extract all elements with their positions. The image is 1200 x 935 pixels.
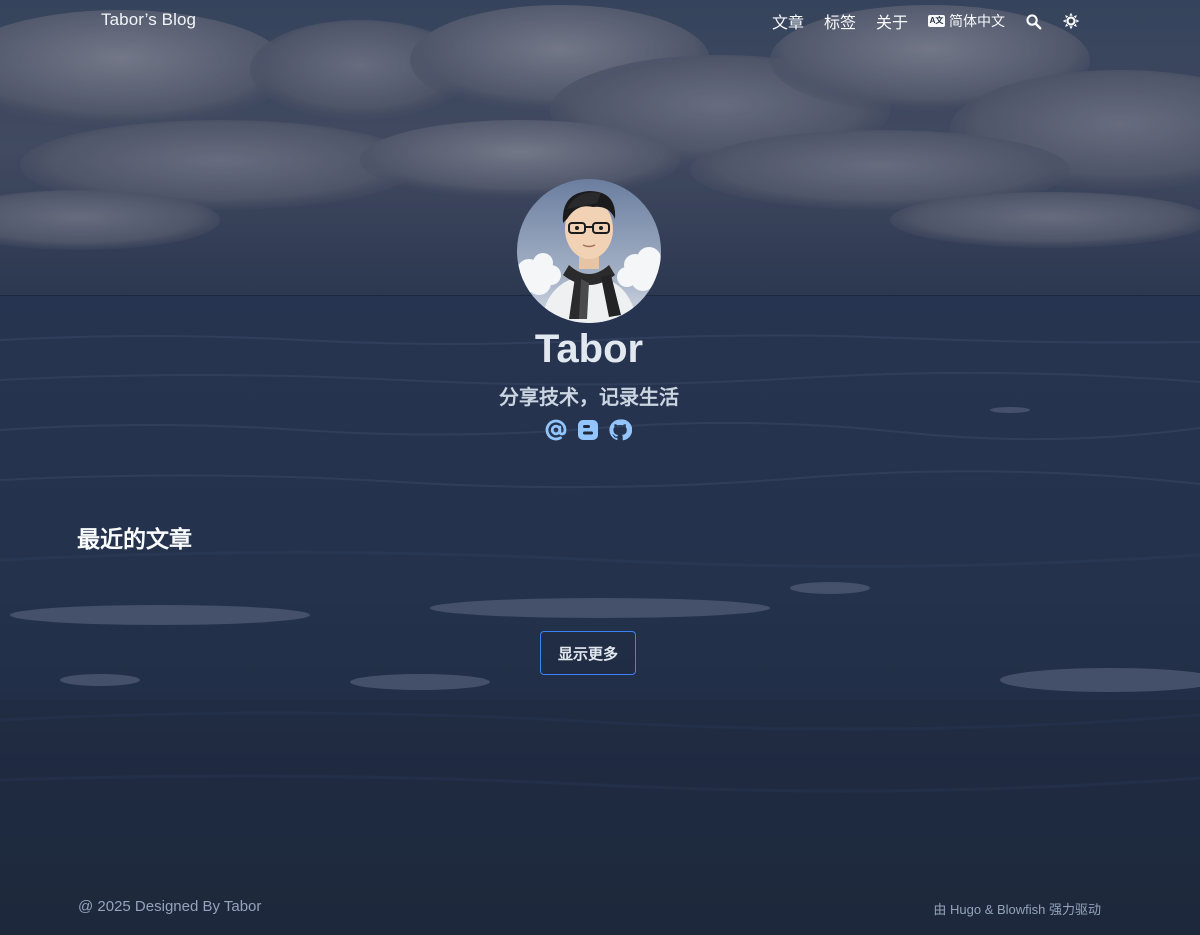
github-link[interactable] <box>608 418 632 442</box>
recent-articles-heading: 最近的文章 <box>77 526 192 552</box>
nav-item-about[interactable]: 关于 <box>876 9 908 33</box>
main-nav: 文章 标签 关于 A文 简体中文 <box>772 9 1080 33</box>
nav-item-tags[interactable]: 标签 <box>824 9 856 33</box>
sun-icon <box>1062 12 1080 30</box>
avatar-illustration <box>517 179 661 323</box>
site-title-link[interactable]: Tabor’s Blog <box>101 10 196 30</box>
footer-copyright: @ 2025 Designed By Tabor <box>78 898 262 915</box>
translate-icon: A文 <box>928 15 945 27</box>
author-headline: 分享技术，记录生活 <box>499 387 679 409</box>
show-more-button[interactable]: 显示更多 <box>540 631 636 675</box>
background-image <box>0 0 1200 935</box>
blog-link[interactable] <box>576 418 600 442</box>
at-sign-icon <box>545 419 567 441</box>
author-name: Tabor <box>534 327 644 371</box>
footer-powered-by: 由 Hugo & Blowfish 强力驱动 <box>933 902 1101 917</box>
author-avatar <box>517 179 661 323</box>
blogger-icon <box>578 420 598 440</box>
language-label: 简体中文 <box>949 13 1005 29</box>
email-link[interactable] <box>544 418 568 442</box>
language-switcher[interactable]: A文 简体中文 <box>928 11 1005 31</box>
search-button[interactable] <box>1025 13 1042 30</box>
social-links <box>544 418 632 442</box>
github-icon <box>609 419 632 441</box>
appearance-toggle-button[interactable] <box>1062 12 1080 30</box>
search-icon <box>1026 13 1042 29</box>
nav-item-articles[interactable]: 文章 <box>772 9 804 33</box>
site-header: Tabor’s Blog 文章 标签 关于 A文 简体中文 <box>0 0 1200 42</box>
